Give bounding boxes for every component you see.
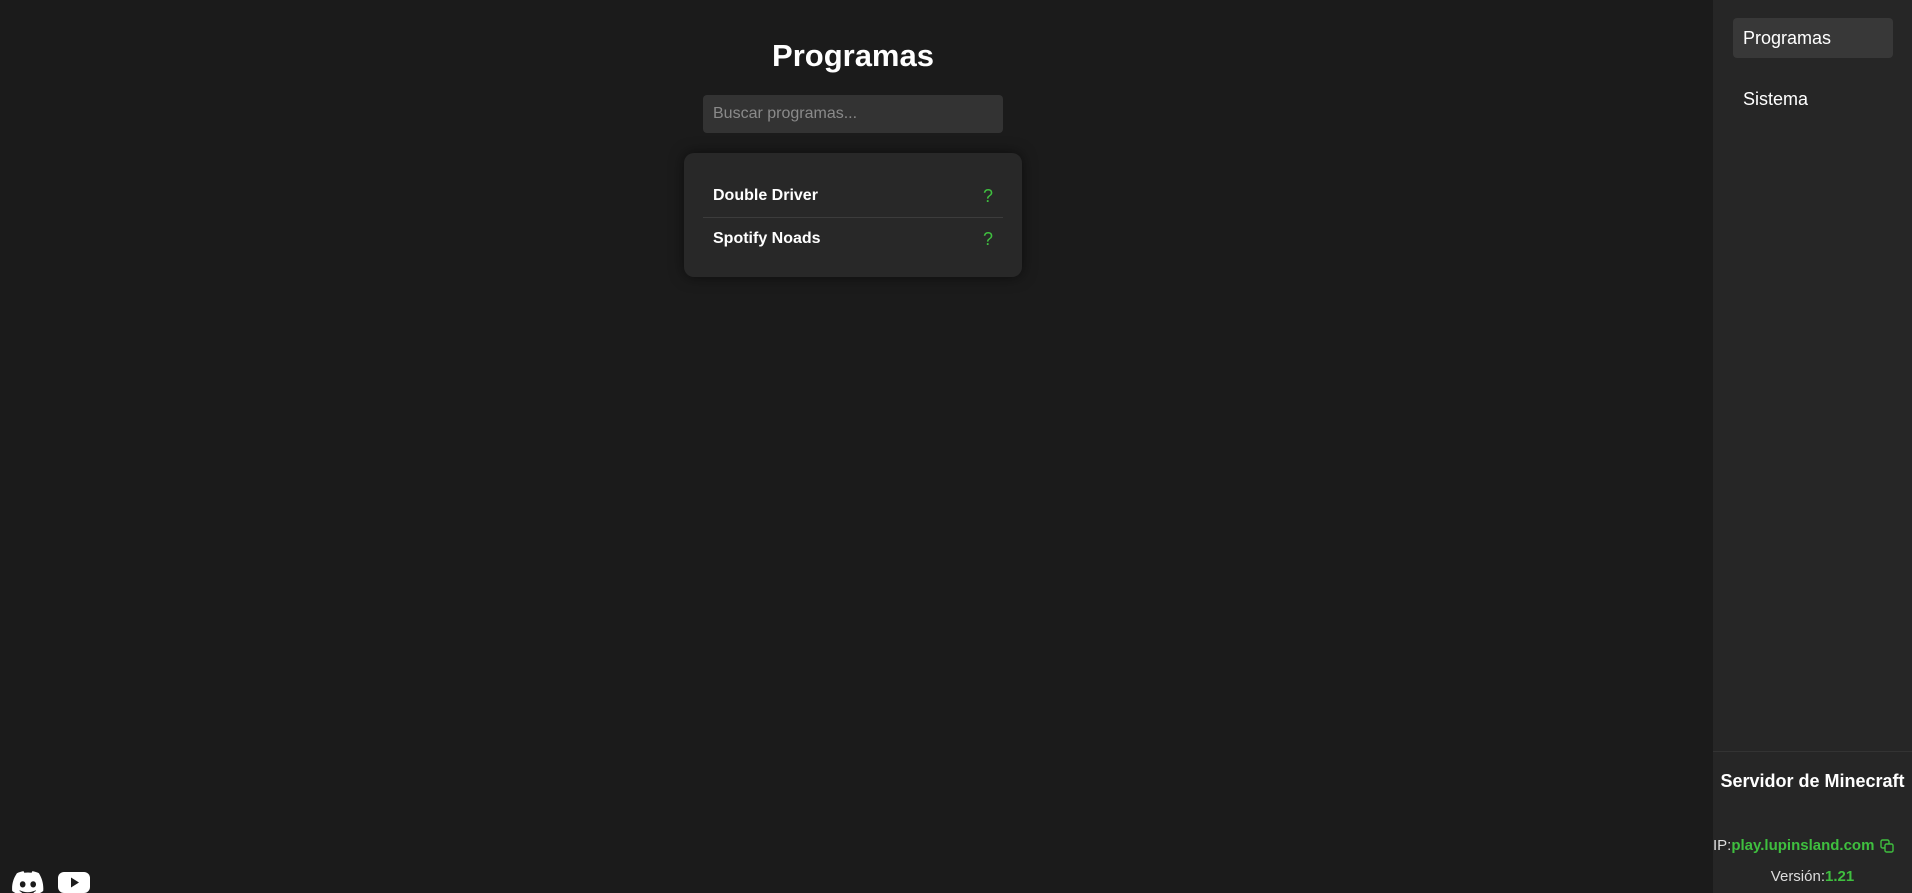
- program-name: Spotify Noads: [713, 229, 821, 247]
- server-version: Versión:1.21: [1713, 867, 1912, 887]
- sidebar: Programas Sistema Servidor de Minecraft …: [1713, 0, 1912, 893]
- program-item-spotify-noads[interactable]: Spotify Noads ?: [703, 217, 1003, 259]
- programs-list: Double Driver ? Spotify Noads ?: [684, 153, 1022, 277]
- help-icon[interactable]: ?: [983, 187, 993, 205]
- discord-icon[interactable]: [12, 871, 44, 893]
- youtube-icon[interactable]: [58, 871, 90, 893]
- version-value: 1.21: [1825, 868, 1855, 885]
- sidebar-item-programas[interactable]: Programas: [1733, 18, 1893, 58]
- server-ip: IP:play.lupinsland.com: [1713, 836, 1912, 856]
- sidebar-divider: [1713, 751, 1912, 752]
- copy-icon[interactable]: [1880, 839, 1895, 853]
- social-links: [12, 871, 90, 893]
- server-title: Servidor de Minecraft: [1720, 771, 1905, 791]
- program-item-double-driver[interactable]: Double Driver ?: [703, 175, 1003, 217]
- help-icon[interactable]: ?: [983, 230, 993, 248]
- page-title: Programas: [772, 38, 934, 73]
- main-content: Programas Double Driver ? Spotify Noads …: [0, 0, 1713, 893]
- version-label: Versión:: [1770, 868, 1825, 885]
- search-input[interactable]: [703, 95, 1003, 133]
- ip-value: play.lupinsland.com: [1731, 837, 1875, 854]
- sidebar-item-sistema[interactable]: Sistema: [1733, 79, 1893, 119]
- program-name: Double Driver: [713, 187, 818, 204]
- ip-label: IP:: [1713, 837, 1732, 854]
